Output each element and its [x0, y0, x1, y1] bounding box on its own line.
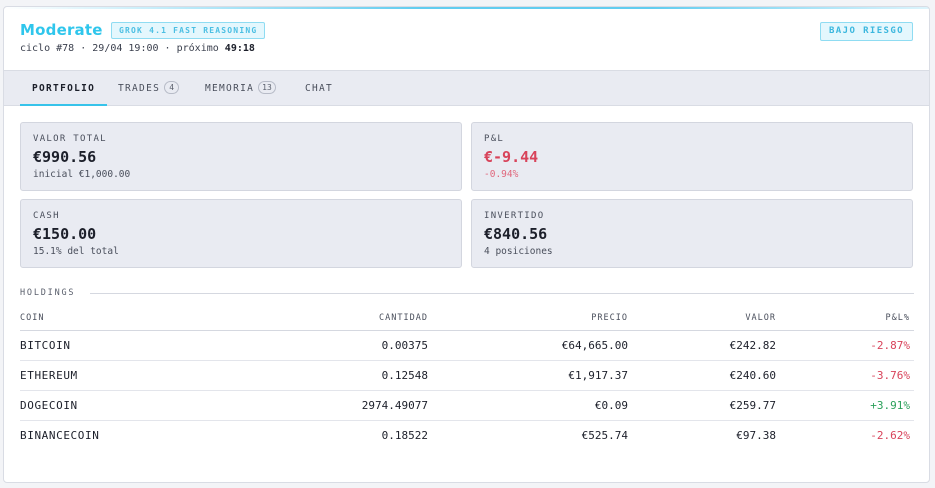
cycle-datetime: 29/04 19:00 — [92, 43, 159, 54]
tab-trades[interactable]: TRADES 4 — [118, 71, 180, 106]
pnl-cell: -3.76% — [780, 360, 914, 391]
valor-cell: €242.82 — [632, 330, 780, 361]
holdings-section-header: HOLDINGS — [20, 288, 914, 300]
table-row: ETHEREUM 0.12548 €1,917.37 €240.60 -3.76… — [20, 360, 914, 391]
tab-count-badge: 4 — [164, 81, 180, 94]
column-header-valor: VALOR — [632, 306, 780, 331]
valor-cell: €259.77 — [632, 390, 780, 421]
table-row: DOGECOIN 2974.49077 €0.09 €259.77 +3.91% — [20, 390, 914, 421]
precio-cell: €0.09 — [432, 390, 632, 421]
coin-name: DOGECOIN — [20, 390, 210, 421]
cantidad-cell: 2974.49077 — [210, 390, 432, 421]
tab-portfolio[interactable]: PORTFOLIO — [20, 71, 108, 106]
strategy-title: Moderate — [20, 21, 103, 39]
column-header-coin: COIN — [20, 306, 210, 331]
pnl-cell: +3.91% — [780, 390, 914, 421]
card-label: CASH — [33, 211, 60, 221]
cantidad-cell: 0.12548 — [210, 360, 432, 391]
coin-name: BINANCECOIN — [20, 428, 100, 442]
tab-chat[interactable]: CHAT — [305, 71, 333, 106]
card-value: €840.56 — [484, 225, 548, 243]
table-row: BITCOIN 0.00375 €64,665.00 €242.82 -2.87… — [20, 330, 914, 361]
card-pnl: P&L €-9.44 -0.94% — [471, 122, 913, 191]
section-divider — [90, 293, 914, 294]
model-badge: GROK 4.1 FAST REASONING — [111, 22, 266, 39]
card-invested: INVERTIDO €840.56 4 posiciones — [471, 199, 913, 268]
holdings-title: HOLDINGS — [20, 288, 86, 298]
column-header-precio: PRECIO — [432, 306, 632, 331]
tab-label: MEMORIA — [205, 83, 255, 94]
risk-badge: BAJO RIESGO — [819, 22, 913, 41]
cycle-number: ciclo #78 — [20, 43, 75, 54]
pnl-cell: -2.87% — [780, 330, 914, 361]
cantidad-cell: 0.00375 — [210, 330, 432, 361]
next-countdown: 49:18 — [224, 43, 255, 54]
column-header-cantidad: CANTIDAD — [210, 306, 432, 331]
card-subtext: 15.1% del total — [33, 246, 119, 257]
tab-bar: PORTFOLIO TRADES 4 MEMORIA 13 CHAT — [4, 70, 929, 106]
coin-name: ETHEREUM — [20, 360, 210, 391]
column-header-pnl: P&L% — [780, 306, 914, 331]
holdings-table: COIN CANTIDAD PRECIO VALOR P&L% BITCOIN … — [20, 306, 914, 450]
meta-separator: · — [80, 43, 87, 54]
card-value: €150.00 — [33, 225, 97, 243]
card-subtext: inicial €1,000.00 — [33, 169, 131, 180]
valor-cell: €240.60 — [632, 360, 780, 391]
precio-cell: €1,917.37 — [432, 360, 632, 391]
card-total-value: VALOR TOTAL €990.56 inicial €1,000.00 — [20, 122, 462, 191]
cycle-meta: ciclo #78 · 29/04 19:00 · próximo 49:18 — [20, 43, 255, 54]
next-label: próximo — [176, 43, 219, 54]
tab-label: CHAT — [305, 83, 334, 94]
card-label: P&L — [484, 134, 505, 144]
card-label: VALOR TOTAL — [33, 134, 107, 144]
tab-count-badge: 13 — [258, 81, 276, 94]
tab-memoria[interactable]: MEMORIA 13 — [205, 71, 276, 106]
card-label: INVERTIDO — [484, 211, 545, 221]
meta-separator: · — [164, 43, 171, 54]
cantidad-cell: 0.18522 — [381, 428, 428, 442]
coin-name: BITCOIN — [20, 330, 210, 361]
card-subtext: 4 posiciones — [484, 246, 553, 257]
card-subtext: -0.94% — [484, 169, 519, 180]
panel-header: Moderate GROK 4.1 FAST REASONING ciclo #… — [4, 7, 929, 70]
tab-label: PORTFOLIO — [32, 83, 96, 94]
tab-label: TRADES — [118, 83, 161, 94]
precio-cell: €525.74 — [581, 428, 628, 442]
table-row: BINANCECOIN 0.18522 €525.74 €97.38 -2.62… — [20, 420, 914, 450]
card-cash: CASH €150.00 15.1% del total — [20, 199, 462, 268]
pnl-cell: -2.62% — [870, 428, 910, 442]
card-value: €-9.44 — [484, 148, 539, 166]
precio-cell: €64,665.00 — [432, 330, 632, 361]
portfolio-panel: Moderate GROK 4.1 FAST REASONING ciclo #… — [3, 6, 930, 483]
card-value: €990.56 — [33, 148, 97, 166]
valor-cell: €97.38 — [736, 428, 776, 442]
table-header-row: COIN CANTIDAD PRECIO VALOR P&L% — [20, 306, 914, 331]
